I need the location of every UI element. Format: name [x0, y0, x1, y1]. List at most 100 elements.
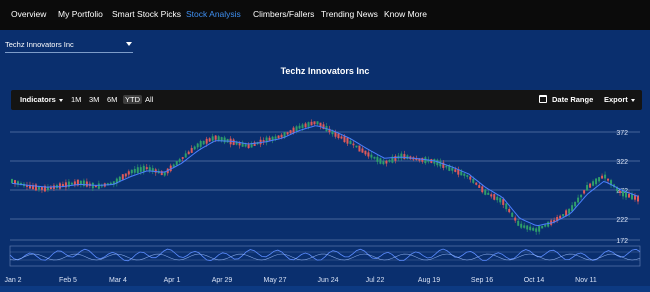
candle-body	[262, 140, 265, 142]
candle-body	[379, 158, 382, 164]
range-ytd-button[interactable]: YTD	[123, 95, 142, 104]
candle-body	[337, 133, 340, 139]
candle-body	[451, 167, 454, 171]
candle-body	[490, 194, 493, 197]
range-6m-button[interactable]: 6M	[107, 95, 117, 104]
candle-body	[622, 191, 625, 197]
candle-body	[175, 161, 178, 166]
candle-body	[445, 165, 448, 168]
x-tick-label: Sep 16	[471, 277, 493, 284]
candle-body	[559, 215, 562, 219]
candle-body	[619, 191, 622, 193]
candle-body	[601, 175, 604, 179]
price-chart[interactable]: 372322272222172Jan 2Feb 5Mar 4Apr 1Apr 2…	[0, 112, 650, 292]
x-tick-label: Oct 14	[524, 277, 545, 284]
chevron-down-icon	[630, 98, 635, 102]
top-navigation: Overview My Portfolio Smart Stock Picks …	[0, 0, 650, 30]
date-range-button[interactable]: Date Range	[552, 95, 593, 104]
indicator-panel	[9, 245, 641, 267]
candle-body	[355, 145, 358, 148]
candle-body	[70, 182, 73, 185]
candle-body	[544, 224, 547, 227]
export-label: Export	[604, 95, 628, 104]
candle-body	[484, 189, 487, 195]
candle-body	[493, 194, 496, 200]
candle-body	[370, 154, 373, 158]
stock-select-dropdown[interactable]: Techz Innovators Inc	[5, 38, 133, 53]
candle-body	[604, 174, 607, 179]
candle-body	[190, 148, 193, 153]
range-3m-button[interactable]: 3M	[89, 95, 99, 104]
candle-body	[34, 184, 37, 191]
x-tick-label: Feb 5	[59, 277, 77, 284]
candle-body	[589, 183, 592, 188]
candle-body	[73, 181, 76, 185]
candle-body	[313, 121, 316, 125]
chevron-down-icon	[126, 42, 132, 46]
moving-average-line	[11, 125, 639, 227]
candle-body	[562, 214, 565, 217]
x-tick-label: May 27	[264, 277, 287, 284]
candle-body	[541, 226, 544, 229]
candle-body	[214, 135, 217, 140]
nav-overview[interactable]: Overview	[11, 9, 46, 19]
nav-climbers-fallers[interactable]: Climbers/Fallers	[253, 9, 314, 19]
nav-stock-analysis[interactable]: Stock Analysis	[186, 9, 241, 19]
y-tick-label: 222	[616, 217, 628, 224]
nav-my-portfolio[interactable]: My Portfolio	[58, 9, 103, 19]
nav-smart-stock-picks[interactable]: Smart Stock Picks	[112, 9, 181, 19]
candle-body	[526, 225, 529, 230]
candle-body	[274, 136, 277, 139]
candle-body	[82, 180, 85, 186]
candle-body	[196, 143, 199, 148]
x-tick-label: Nov 11	[575, 277, 597, 284]
x-tick-label: Jun 24	[317, 277, 338, 284]
candle-body	[634, 195, 637, 200]
candle-body	[85, 181, 88, 187]
candle-body	[130, 169, 133, 174]
candle-body	[373, 156, 376, 159]
y-tick-label: 372	[616, 130, 628, 137]
candle-body	[376, 156, 379, 162]
candle-body	[547, 221, 550, 227]
candle-body	[382, 161, 385, 165]
nav-trending-news[interactable]: Trending News	[321, 9, 378, 19]
candle-body	[148, 167, 151, 171]
range-1m-button[interactable]: 1M	[71, 95, 81, 104]
candle-body	[367, 152, 370, 157]
x-tick-label: Jul 22	[366, 277, 385, 284]
x-tick-label: Jan 2	[4, 277, 21, 284]
candle-body	[586, 185, 589, 191]
candle-body	[583, 190, 586, 194]
candle-body	[178, 159, 181, 162]
indicators-label: Indicators	[20, 95, 56, 104]
candle-body	[502, 199, 505, 205]
candle-body	[217, 136, 220, 141]
candle-body	[625, 191, 628, 198]
nav-know-more[interactable]: Know More	[384, 9, 427, 19]
candle-body	[340, 136, 343, 139]
range-all-button[interactable]: All	[145, 95, 153, 104]
candle-body	[268, 137, 271, 141]
candle-body	[577, 197, 580, 203]
candle-body	[301, 124, 304, 129]
candle-body	[316, 121, 319, 125]
candle-body	[202, 140, 205, 145]
candle-body	[595, 178, 598, 185]
candle-body	[628, 193, 631, 198]
candle-body	[454, 169, 457, 172]
candle-body	[280, 134, 283, 138]
candle-body	[139, 167, 142, 172]
candle-body	[403, 154, 406, 160]
candle-body	[244, 144, 247, 147]
export-button[interactable]: Export	[604, 95, 635, 104]
indicators-button[interactable]: Indicators	[20, 95, 63, 104]
candle-body	[232, 139, 235, 145]
x-tick-label: Aug 19	[418, 277, 440, 284]
candle-body	[247, 144, 250, 149]
candle-body	[205, 138, 208, 144]
candle-body	[517, 220, 520, 226]
candle-body	[142, 165, 145, 172]
candle-body	[481, 186, 484, 193]
candle-body	[181, 157, 184, 159]
